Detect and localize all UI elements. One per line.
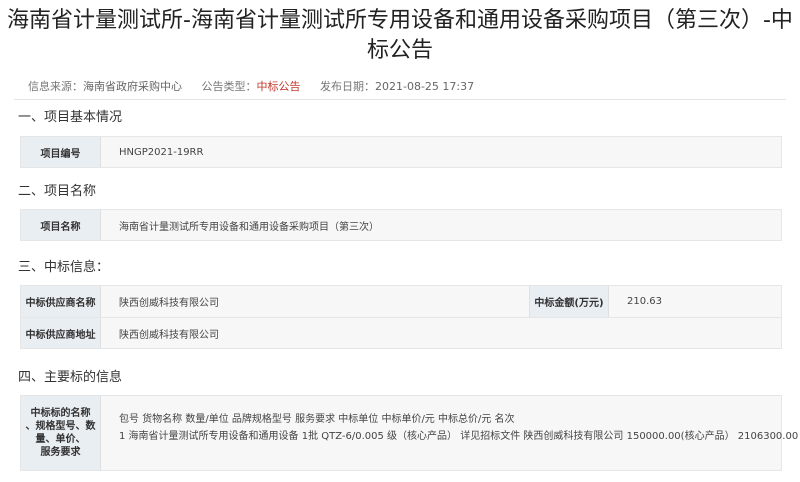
- items-label-line3: 量、单价、: [35, 434, 86, 445]
- section-project-name: 二、项目名称: [18, 184, 97, 199]
- supplier-address-value: 陕西创威科技有限公司: [119, 329, 219, 341]
- page-title: 海南省计量测试所-海南省计量测试所专用设备和通用设备采购项目（第三次）-中 标公…: [0, 6, 800, 66]
- meta-info: 信息来源：海南省政府采购中心 公告类型：中标公告 发布日期：2021-08-25…: [28, 78, 490, 94]
- items-label-line2: 、规格型号、数: [25, 421, 96, 432]
- supplier-address-label: 中标供应商地址: [21, 318, 101, 348]
- supplier-name-value: 陕西创威科技有限公司: [119, 298, 219, 309]
- source-label: 信息来源：: [28, 80, 83, 93]
- divider: [14, 99, 786, 100]
- page-title-line2: 标公告: [366, 38, 433, 63]
- items-data-line: 1 海南省计量测试所专用设备和通用设备 1批 QTZ-6/0.005 级（核心产…: [119, 431, 800, 442]
- date-label: 发布日期：: [320, 80, 375, 93]
- section-basic-info: 一、项目基本情况: [18, 110, 123, 125]
- project-name-value: 海南省计量测试所专用设备和通用设备采购项目（第三次）: [119, 221, 379, 233]
- project-number-label: 项目编号: [21, 137, 101, 167]
- award-amount-value: 210.63: [627, 296, 662, 307]
- items-label: 中标标的名称 、规格型号、数 量、单价、 服务要求: [21, 396, 101, 470]
- project-name-label: 项目名称: [21, 210, 101, 240]
- type-value: 中标公告: [256, 80, 301, 93]
- supplier-name-label: 中标供应商名称: [21, 286, 101, 317]
- award-amount-label: 中标金额(万元): [529, 286, 609, 317]
- award-table: 中标供应商名称 陕西创威科技有限公司 中标金额(万元) 210.63 中标供应商…: [20, 285, 782, 349]
- page-title-line1: 海南省计量测试所-海南省计量测试所专用设备和通用设备采购项目（第三次）-中: [7, 8, 793, 33]
- items-label-line4: 服务要求: [40, 447, 81, 458]
- date-value: 2021-08-25 17:37: [375, 80, 475, 93]
- project-number-row: 项目编号 HNGP2021-19RR: [20, 136, 782, 168]
- project-number-value: HNGP2021-19RR: [119, 146, 204, 158]
- section-main-items: 四、主要标的信息: [18, 370, 123, 385]
- type-label: 公告类型：: [201, 80, 257, 93]
- items-label-line1: 中标标的名称: [30, 408, 91, 419]
- project-name-row: 项目名称 海南省计量测试所专用设备和通用设备采购项目（第三次）: [20, 209, 782, 241]
- section-award-info: 三、中标信息：: [18, 260, 110, 275]
- items-header-line: 包号 货物名称 数量/单位 品牌规格型号 服务要求 中标单位 中标单价/元 中标…: [119, 414, 515, 425]
- source-value: 海南省政府采购中心: [83, 80, 182, 93]
- items-table: 中标标的名称 、规格型号、数 量、单价、 服务要求 包号 货物名称 数量/单位 …: [20, 395, 800, 471]
